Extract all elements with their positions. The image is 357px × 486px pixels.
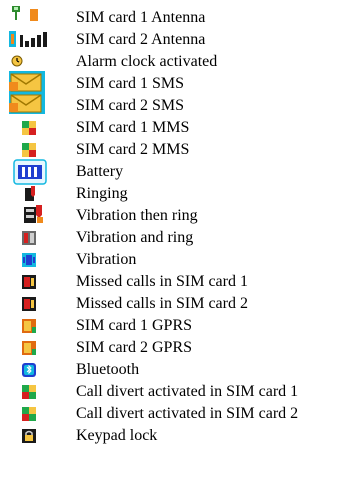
legend-row: Call divert activated in SIM card 1 (0, 381, 357, 403)
legend-row: Bluetooth (0, 359, 357, 381)
legend-label: SIM card 2 GPRS (76, 339, 193, 356)
gprs-icon (22, 341, 36, 355)
sim-antenna-icon (9, 29, 49, 49)
legend-label: SIM card 2 Antenna (76, 31, 206, 48)
call-divert-icon (22, 407, 36, 421)
legend-row: SIM card 1 Antenna (0, 6, 357, 29)
legend-label: SIM card 1 Antenna (76, 9, 206, 26)
legend-label: Call divert activated in SIM card 1 (76, 383, 299, 400)
envelope-icon (9, 92, 45, 114)
legend-row: Battery (0, 159, 357, 185)
missed-call-icon (22, 275, 36, 289)
battery-icon (13, 159, 47, 185)
sim-badge-icon (30, 9, 38, 21)
legend-label: Alarm clock activated (76, 53, 218, 70)
legend-row: SIM card 2 MMS (0, 139, 357, 161)
envelope-icon (9, 71, 45, 93)
ringing-icon (22, 185, 38, 203)
legend-row: SIM card 1 SMS (0, 71, 357, 95)
legend-label: SIM card 2 SMS (76, 97, 185, 114)
keypad-lock-icon (22, 429, 36, 443)
legend-row: Vibration and ring (0, 227, 357, 249)
legend-row: Missed calls in SIM card 2 (0, 293, 357, 315)
missed-call-icon (22, 297, 36, 311)
vibration-and-ring-icon (22, 231, 36, 245)
gprs-icon (22, 319, 36, 333)
legend-row: Ringing (0, 183, 357, 205)
legend-row: SIM card 2 GPRS (0, 337, 357, 359)
legend-row: Vibration then ring (0, 205, 357, 227)
legend-label: Vibration and ring (76, 229, 194, 246)
vibration-then-ring-icon (22, 203, 46, 225)
status-icon-legend: SIM card 1 Antenna SIM card 2 Antenna Al… (0, 0, 357, 486)
legend-row: SIM card 2 SMS (0, 92, 357, 117)
legend-label: SIM card 1 SMS (76, 75, 185, 92)
legend-label: SIM card 2 MMS (76, 141, 190, 158)
legend-label: Vibration then ring (76, 207, 198, 224)
mms-icon (22, 121, 36, 135)
legend-row: Keypad lock (0, 425, 357, 447)
legend-row: Vibration (0, 249, 357, 271)
legend-label: Bluetooth (76, 361, 140, 378)
legend-label: Ringing (76, 185, 128, 202)
legend-row: Missed calls in SIM card 1 (0, 271, 357, 293)
mms-icon (22, 143, 36, 157)
legend-label: Missed calls in SIM card 1 (76, 273, 248, 290)
legend-row: SIM card 1 GPRS (0, 315, 357, 337)
legend-label: SIM card 1 GPRS (76, 317, 193, 334)
sim-antenna-icon (9, 6, 25, 20)
bluetooth-icon (22, 363, 36, 377)
legend-label: Vibration (76, 251, 137, 268)
legend-label: Missed calls in SIM card 2 (76, 295, 248, 312)
legend-row: SIM card 2 Antenna (0, 29, 357, 51)
legend-label: SIM card 1 MMS (76, 119, 190, 136)
vibration-icon (22, 253, 36, 267)
legend-label: Keypad lock (76, 427, 158, 444)
legend-row: SIM card 1 MMS (0, 117, 357, 139)
legend-label: Battery (76, 163, 124, 180)
legend-row: Call divert activated in SIM card 2 (0, 403, 357, 425)
legend-label: Call divert activated in SIM card 2 (76, 405, 299, 422)
alarm-clock-icon (9, 53, 25, 67)
legend-row: Alarm clock activated (0, 51, 357, 73)
call-divert-icon (22, 385, 36, 399)
